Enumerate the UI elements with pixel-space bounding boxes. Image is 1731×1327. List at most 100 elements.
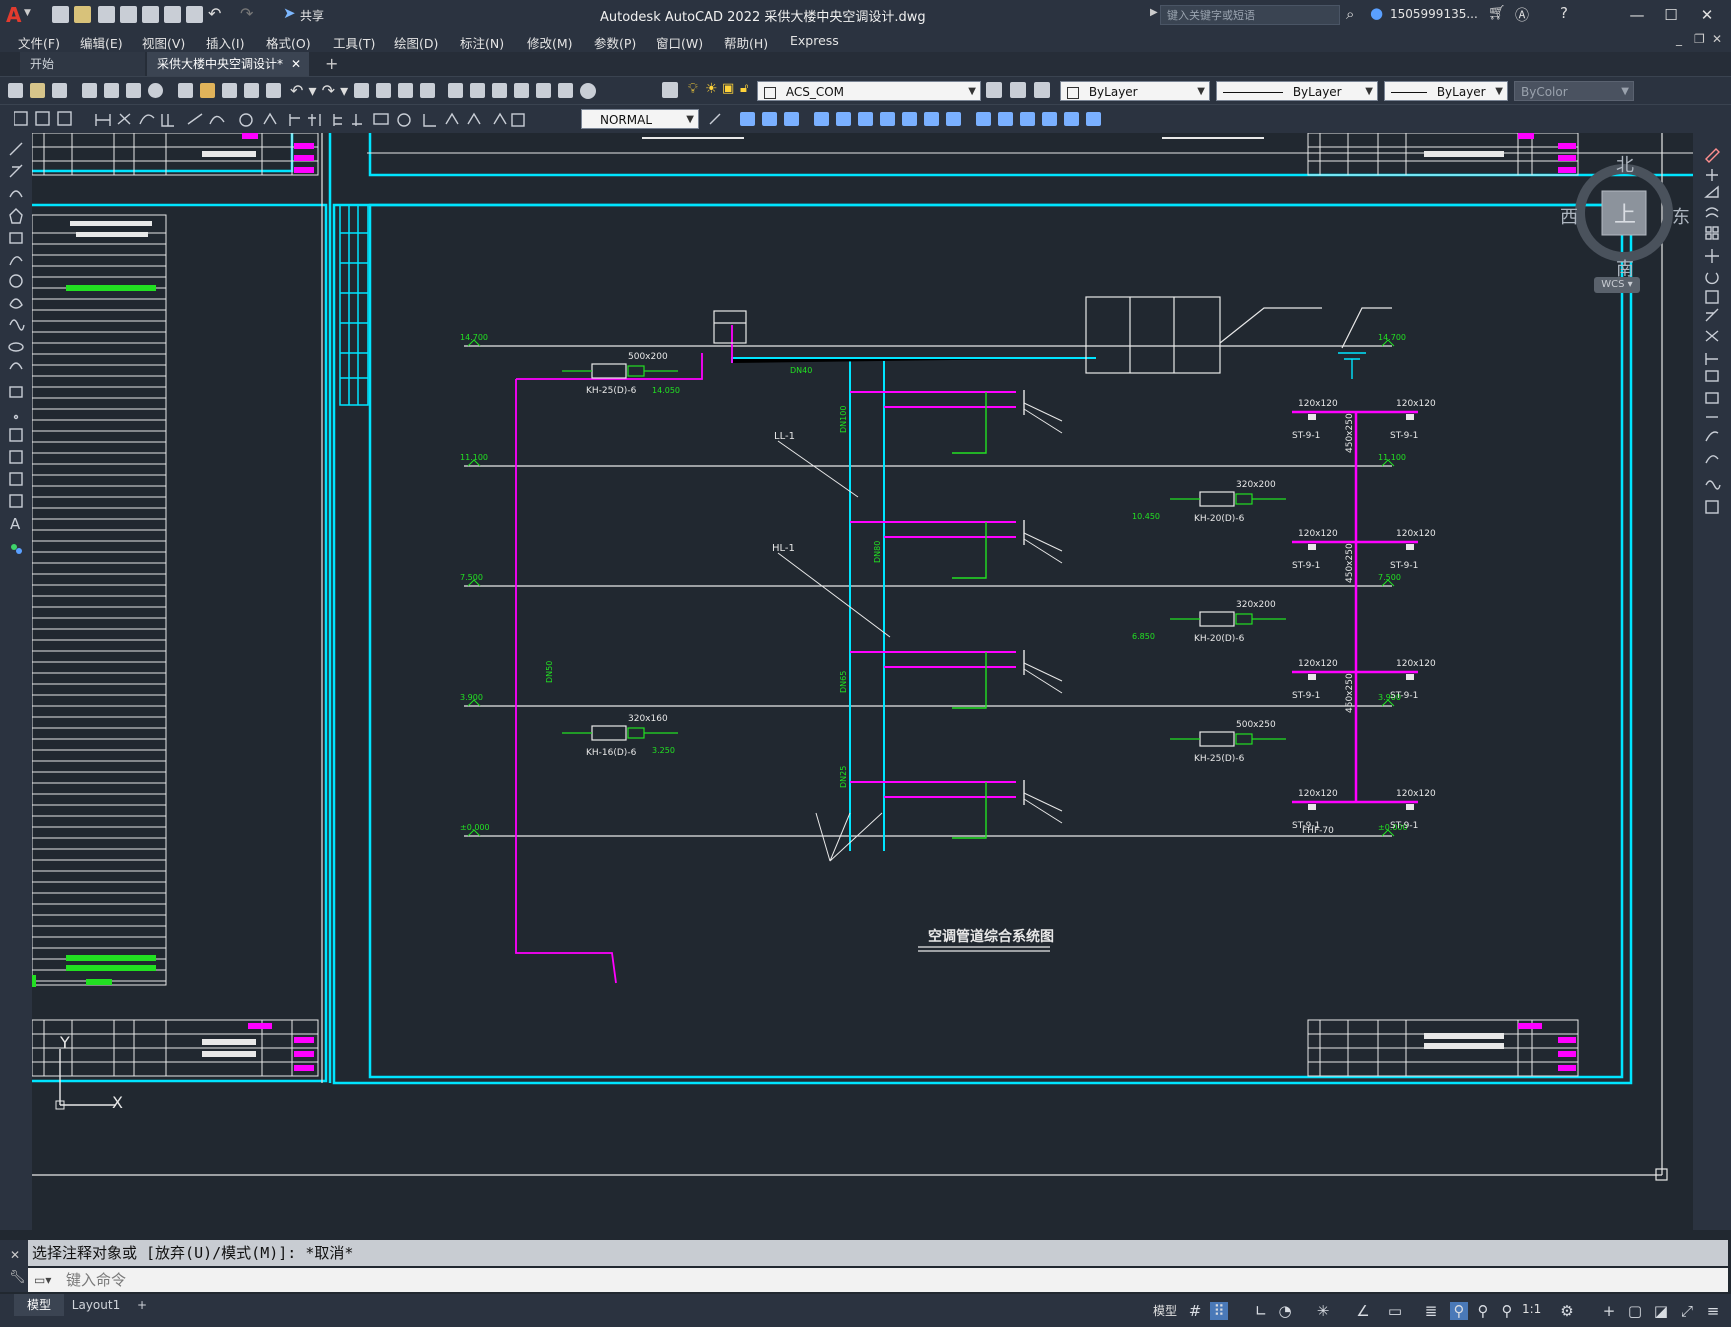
- wcs-menu[interactable]: WCS ▾: [1594, 277, 1640, 293]
- viewcube-face-top[interactable]: 上: [1614, 197, 1636, 229]
- layer-previous-icon[interactable]: [1010, 82, 1026, 98]
- plotstyle-dropdown[interactable]: ByColor ▼: [1514, 81, 1634, 101]
- grid-icon[interactable]: #: [1186, 1302, 1204, 1320]
- save-icon[interactable]: [98, 6, 115, 23]
- tab-model[interactable]: 模型: [14, 1294, 64, 1316]
- level-marker: [467, 339, 1395, 347]
- viewcube-north[interactable]: 北: [1616, 151, 1634, 177]
- menu-format[interactable]: 格式(O): [266, 33, 311, 52]
- menu-file[interactable]: 文件(F): [18, 33, 60, 52]
- redo-icon[interactable]: ↷: [240, 4, 253, 23]
- lineweight-dropdown[interactable]: ByLayer ▼: [1384, 81, 1508, 101]
- transparency-icon[interactable]: ≣: [1422, 1302, 1440, 1320]
- annotation-scale-icon[interactable]: ⚲: [1498, 1302, 1516, 1320]
- annotation-visibility-icon[interactable]: ⚲: [1450, 1302, 1468, 1320]
- share-button[interactable]: 共享: [300, 7, 324, 24]
- drawing-canvas[interactable]: 14.700 14.700 11.100 11.100 7.500 7.500 3.900 3…: [32, 133, 1693, 1230]
- annotation-monitor-icon[interactable]: +: [1600, 1302, 1618, 1320]
- osnap-tracking-icon[interactable]: ✳: [1314, 1302, 1332, 1320]
- app-logo-icon[interactable]: A: [6, 3, 21, 27]
- close-icon[interactable]: ✕: [10, 1248, 20, 1262]
- isolate-objects-icon[interactable]: ◪: [1652, 1302, 1670, 1320]
- layer-lock-icon[interactable]: 🔓︎: [740, 81, 748, 96]
- annotation-scale-value[interactable]: 1:1: [1522, 1302, 1541, 1316]
- text-style-dropdown[interactable]: NORMAL ▼: [581, 109, 699, 129]
- viewcube-west[interactable]: 西: [1560, 203, 1578, 229]
- auto-scale-icon[interactable]: ⚲: [1474, 1302, 1492, 1320]
- osnap-icon[interactable]: ∠: [1354, 1302, 1372, 1320]
- layer-dropdown[interactable]: ACS_COM ▼: [757, 81, 981, 101]
- menu-draw[interactable]: 绘图(D): [394, 33, 438, 52]
- menu-dimension[interactable]: 标注(N): [460, 33, 504, 52]
- cart-icon[interactable]: 🛒︎: [1488, 5, 1506, 21]
- customize-icon[interactable]: 🔧︎: [9, 1270, 26, 1285]
- cad-drawing[interactable]: 14.700 14.70011.100 11.1007.500 7.5003.900 3…: [32, 133, 1693, 1230]
- tab-start[interactable]: 开始: [20, 52, 145, 76]
- doc-close-icon[interactable]: ✕: [1712, 32, 1722, 46]
- doc-minimize-icon[interactable]: _: [1676, 32, 1682, 46]
- help-icon[interactable]: ?: [1560, 4, 1568, 22]
- new-file-icon[interactable]: [52, 6, 69, 23]
- menu-window[interactable]: 窗口(W): [656, 33, 703, 52]
- menu-help[interactable]: 帮助(H): [724, 33, 768, 52]
- menu-modify[interactable]: 修改(M): [527, 33, 573, 52]
- dimension-toolbar-icons[interactable]: [14, 110, 574, 128]
- customize-status-icon[interactable]: ≡: [1704, 1302, 1722, 1320]
- open-web-icon[interactable]: [142, 6, 159, 23]
- polar-icon[interactable]: ◔: [1276, 1302, 1294, 1320]
- tab-drawing[interactable]: 采供大楼中央空调设计* ✕: [147, 52, 309, 76]
- doc-restore-icon[interactable]: ❐: [1694, 32, 1705, 46]
- side-level-label: 6.850: [1132, 632, 1155, 641]
- draw-tool-icons[interactable]: A: [8, 139, 26, 579]
- command-line-grip[interactable]: ✕ 🔧︎: [0, 1240, 28, 1292]
- user-account-label[interactable]: 1505999135...: [1390, 7, 1478, 21]
- linetype-dropdown[interactable]: ByLayer ▼: [1216, 81, 1378, 101]
- search-input[interactable]: 键入关键字或短语: [1160, 5, 1340, 25]
- recent-commands-icon[interactable]: ▭▾: [34, 1268, 51, 1292]
- app-menu-chevron-icon[interactable]: ▼: [24, 8, 31, 18]
- tab-close-icon[interactable]: ✕: [291, 52, 301, 76]
- menu-view[interactable]: 视图(V): [142, 33, 185, 52]
- menu-edit[interactable]: 编辑(E): [80, 33, 123, 52]
- layer-on-icon[interactable]: 💡︎: [688, 81, 698, 97]
- modify-toolbar-icons[interactable]: [706, 110, 1206, 128]
- modify-tool-icons[interactable]: [1704, 145, 1722, 545]
- menu-express[interactable]: Express: [790, 33, 839, 48]
- minimize-button[interactable]: —: [1620, 4, 1654, 26]
- menu-parametric[interactable]: 参数(P): [594, 33, 636, 52]
- model-space-button[interactable]: 模型: [1153, 1302, 1177, 1319]
- menu-tools[interactable]: 工具(T): [333, 33, 375, 52]
- tab-layout1[interactable]: Layout1: [66, 1294, 126, 1316]
- viewcube-east[interactable]: 东: [1672, 203, 1690, 229]
- share-icon[interactable]: ➤: [283, 4, 296, 22]
- save-as-icon[interactable]: [120, 6, 137, 23]
- maximize-button[interactable]: ☐: [1654, 4, 1688, 26]
- close-button[interactable]: ✕: [1690, 4, 1724, 26]
- command-input[interactable]: ▭▾ 键入命令: [28, 1268, 1728, 1292]
- lineweight-icon[interactable]: ▭: [1386, 1302, 1404, 1320]
- layer-viewport-icon[interactable]: ▣: [722, 81, 734, 96]
- make-current-icon[interactable]: [986, 82, 1002, 98]
- standard-toolbar-icons[interactable]: ↶ ▾ ↷ ▾: [8, 82, 648, 100]
- layer-freeze-icon[interactable]: ☀: [705, 81, 718, 97]
- plot-icon[interactable]: [186, 6, 203, 23]
- add-layout-icon[interactable]: +: [132, 1294, 152, 1316]
- save-web-icon[interactable]: [164, 6, 181, 23]
- workspace-gear-icon[interactable]: ⚙: [1558, 1302, 1576, 1320]
- search-expand-icon[interactable]: ▶: [1150, 7, 1158, 18]
- color-dropdown[interactable]: ByLayer ▼: [1060, 81, 1210, 101]
- open-file-icon[interactable]: [74, 6, 91, 23]
- units-icon[interactable]: ▢: [1626, 1302, 1644, 1320]
- menu-insert[interactable]: 插入(I): [206, 33, 244, 52]
- fullscreen-icon[interactable]: ⤢: [1678, 1302, 1696, 1320]
- layer-properties-icon[interactable]: [662, 82, 678, 98]
- search-icon[interactable]: ⌕: [1346, 5, 1354, 23]
- viewcube[interactable]: 北 南 西 东 上 WCS ▾: [1560, 151, 1690, 311]
- ortho-icon[interactable]: ∟: [1252, 1302, 1270, 1320]
- layer-match-icon[interactable]: [1034, 82, 1050, 98]
- undo-icon[interactable]: ↶: [208, 4, 221, 23]
- user-icon[interactable]: ●: [1370, 4, 1383, 22]
- new-tab-icon[interactable]: +: [325, 54, 338, 73]
- autodesk-app-icon[interactable]: Ⓐ: [1515, 5, 1529, 25]
- snap-icon[interactable]: ⠿: [1210, 1302, 1228, 1320]
